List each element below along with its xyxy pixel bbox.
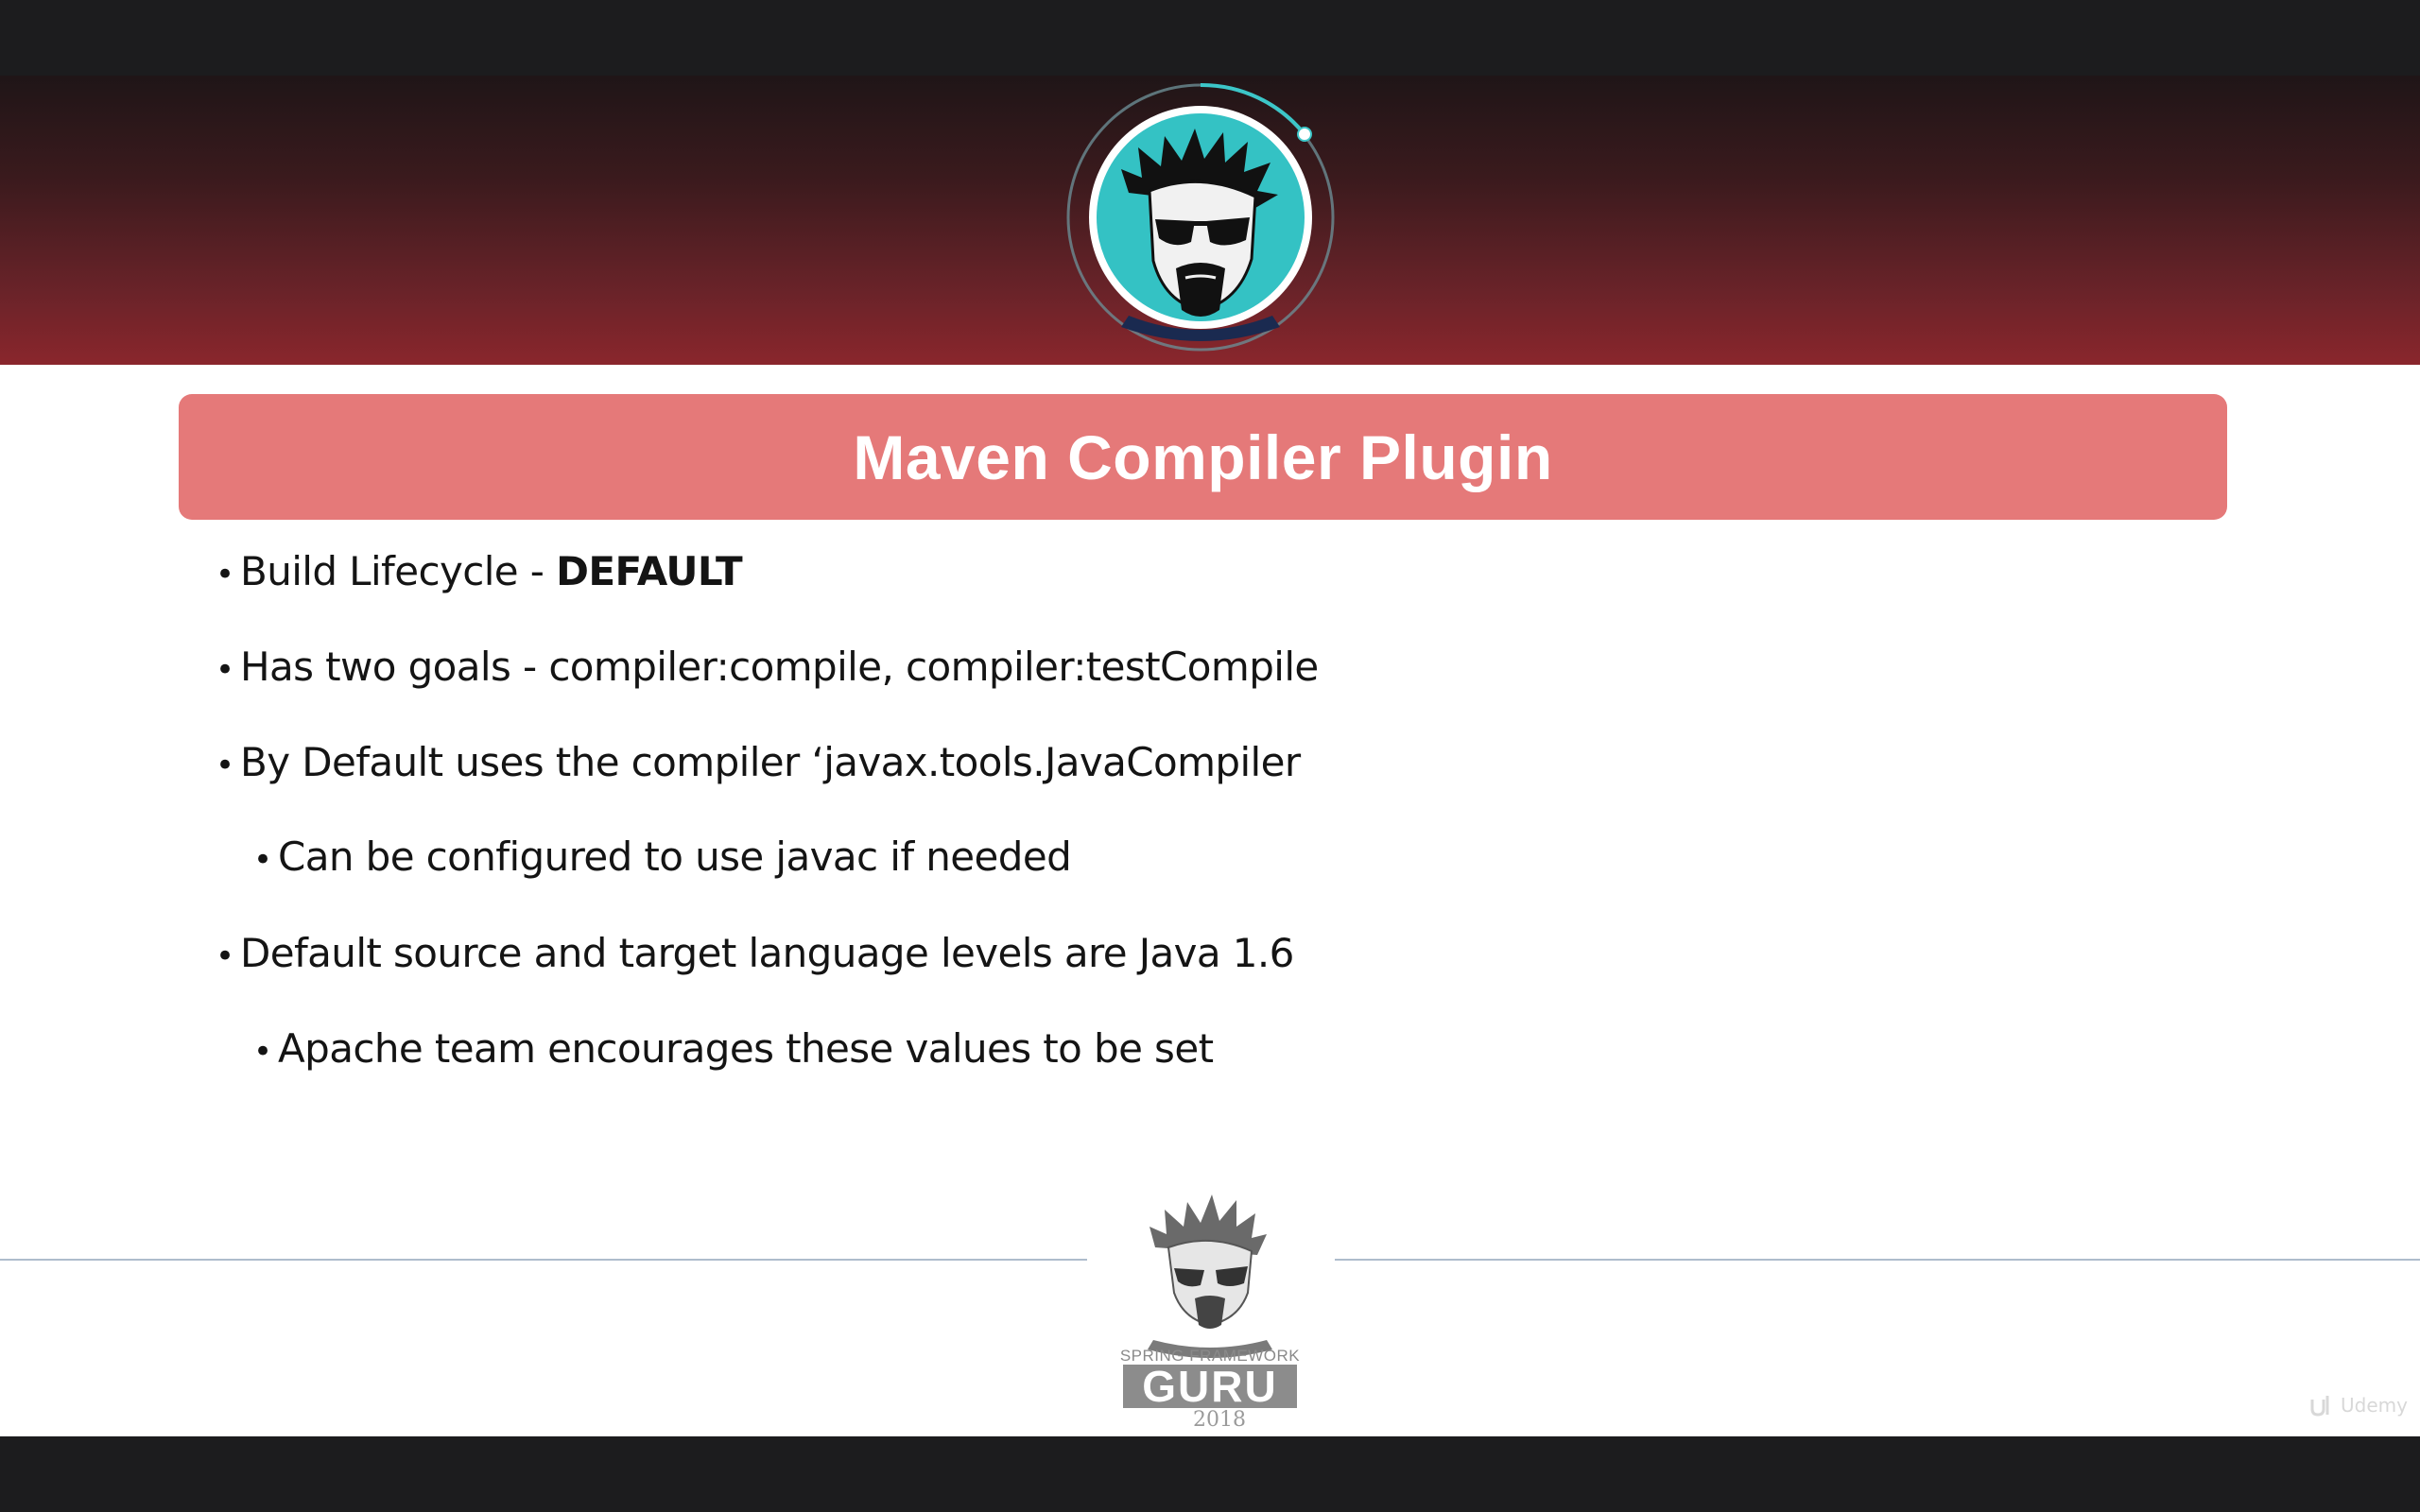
- bullet-item: • Build Lifecycle - DEFAULT: [216, 548, 743, 594]
- sub-bullet-item: • Apache team encourages these values to …: [253, 1025, 1214, 1072]
- watermark-text: Udemy: [2341, 1394, 2408, 1417]
- bullet-text: Can be configured to use javac if needed: [278, 833, 1072, 880]
- udemy-logo-icon: [2310, 1396, 2329, 1417]
- bullet-dot: •: [216, 937, 234, 975]
- footer-divider-left: [0, 1259, 1087, 1261]
- footer-divider-right: [1335, 1259, 2420, 1261]
- bullet-bold-text: DEFAULT: [556, 548, 743, 594]
- bullet-text: By Default uses the compiler ‘javax.tool…: [240, 739, 1301, 785]
- footer-year: 2018: [1193, 1408, 1246, 1432]
- bullet-item: • By Default uses the compiler ‘javax.too…: [216, 739, 1301, 785]
- bullet-text: Build Lifecycle -: [240, 548, 557, 594]
- bullet-dot: •: [216, 747, 234, 784]
- bullet-item: • Default source and target language leve…: [216, 930, 1294, 976]
- bullet-dot: •: [253, 1033, 272, 1071]
- sub-bullet-item: • Can be configured to use javac if neede…: [253, 833, 1072, 880]
- presentation-slide: Maven Compiler Plugin • Build Lifecycle -…: [0, 76, 2420, 1436]
- bullet-text: Apache team encourages these values to b…: [278, 1025, 1214, 1072]
- bullet-item: • Has two goals - compiler:compile, compi…: [216, 644, 1319, 690]
- bullet-dot: •: [216, 556, 234, 593]
- letterbox-top: [0, 0, 2420, 76]
- guru-logo-icon: SPRING FRAMEWORK GURU: [1120, 1194, 1300, 1411]
- letterbox-bottom: [0, 1436, 2420, 1512]
- logo-word: GURU: [1142, 1362, 1277, 1408]
- bullet-text: Default source and target language level…: [240, 930, 1294, 976]
- spring-framework-guru-logo: SPRING FRAMEWORK GURU: [1097, 1181, 1323, 1411]
- bullet-text: Has two goals - compiler:compile, compil…: [240, 644, 1319, 690]
- bullet-dot: •: [253, 841, 272, 879]
- bullet-dot: •: [216, 651, 234, 689]
- udemy-watermark: Udemy: [2308, 1394, 2408, 1417]
